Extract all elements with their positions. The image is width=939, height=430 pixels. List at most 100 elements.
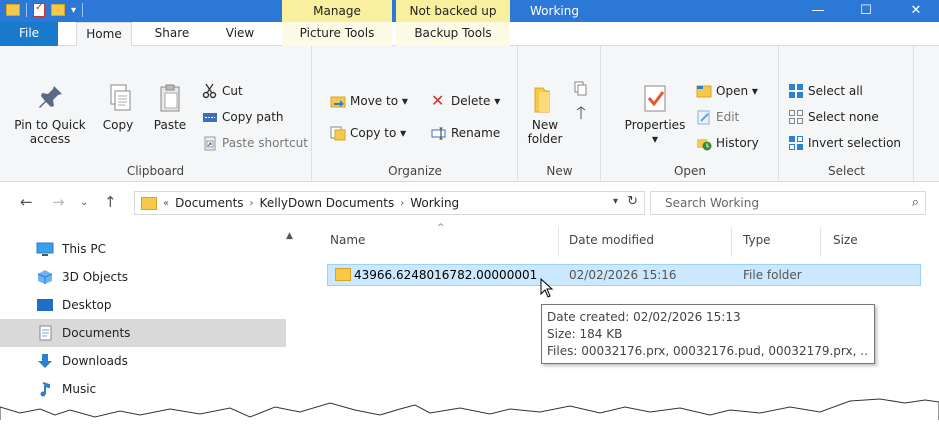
forward-arrow-icon[interactable]: → bbox=[52, 193, 65, 211]
rename-button[interactable]: Rename bbox=[431, 124, 500, 142]
window-title: Working bbox=[530, 4, 579, 18]
clipboard-group-label: Clipboard bbox=[126, 164, 185, 178]
edit-button[interactable]: Edit bbox=[696, 108, 739, 126]
rename-icon bbox=[431, 125, 447, 141]
chevron-right-icon[interactable]: › bbox=[250, 198, 254, 209]
folder-icon bbox=[141, 196, 157, 210]
properties-button[interactable]: Properties ▾ bbox=[622, 82, 688, 146]
nav-item-downloads[interactable]: Downloads bbox=[0, 347, 286, 375]
copy-path-button[interactable]: Copy path bbox=[202, 108, 284, 126]
column-header-size[interactable]: Size bbox=[833, 233, 858, 247]
chevron-right-icon[interactable]: › bbox=[400, 198, 404, 209]
breadcrumb-working[interactable]: Working bbox=[410, 196, 459, 210]
paste-button[interactable]: Paste bbox=[148, 82, 192, 132]
easy-access-button[interactable] bbox=[573, 104, 589, 122]
file-type: File folder bbox=[743, 268, 802, 282]
delete-button[interactable]: ✕ Delete ▾ bbox=[431, 92, 500, 110]
copy-to-button[interactable]: Copy to ▾ bbox=[330, 124, 406, 142]
new-folder-icon bbox=[529, 82, 561, 114]
move-to-button[interactable]: Move to ▾ bbox=[330, 92, 408, 110]
overflow-crumb[interactable]: « bbox=[163, 198, 169, 209]
column-header-type[interactable]: Type bbox=[743, 233, 771, 247]
tab-picture-tools[interactable]: Picture Tools bbox=[282, 22, 392, 46]
folder-icon bbox=[335, 268, 351, 281]
tab-backup-tools[interactable]: Backup Tools bbox=[396, 22, 510, 46]
column-divider[interactable] bbox=[820, 227, 821, 257]
scroll-up-icon[interactable]: ▲ bbox=[286, 231, 293, 241]
search-icon[interactable]: ⌕ bbox=[912, 195, 919, 210]
new-group: New folder New bbox=[519, 46, 601, 182]
nav-item-documents[interactable]: Documents bbox=[0, 319, 286, 347]
nav-item-3d-objects[interactable]: 3D Objects bbox=[0, 263, 286, 291]
scissors-icon bbox=[202, 83, 218, 99]
new-folder-label-line2: folder bbox=[527, 132, 563, 146]
3d-objects-icon bbox=[36, 269, 54, 285]
tab-file[interactable]: File bbox=[0, 22, 58, 46]
tooltip-size: Size: 184 KB bbox=[547, 327, 623, 341]
breadcrumb-kellydown-documents[interactable]: KellyDown Documents bbox=[260, 196, 395, 210]
nav-item-desktop[interactable]: Desktop bbox=[0, 291, 286, 319]
history-button[interactable]: History bbox=[696, 134, 759, 152]
folder-icon[interactable] bbox=[6, 4, 20, 16]
chevron-down-icon[interactable]: ▾ bbox=[613, 196, 618, 207]
documents-icon bbox=[36, 325, 54, 341]
back-arrow-icon[interactable]: ← bbox=[20, 193, 33, 211]
copy-label: Copy bbox=[102, 118, 134, 132]
copy-path-icon bbox=[202, 109, 218, 125]
history-label: History bbox=[716, 136, 759, 150]
tab-share[interactable]: Share bbox=[144, 22, 200, 46]
refresh-icon[interactable]: ↻ bbox=[627, 194, 638, 209]
customize-dropdown-icon[interactable]: ▾ bbox=[71, 5, 76, 16]
address-bar[interactable]: « Documents › KellyDown Documents › Work… bbox=[134, 191, 645, 215]
pin-icon bbox=[34, 82, 66, 114]
column-header-date-modified[interactable]: Date modified bbox=[569, 233, 654, 247]
new-item-button[interactable] bbox=[573, 80, 589, 98]
invert-selection-button[interactable]: Invert selection bbox=[788, 134, 901, 152]
download-arrow-icon bbox=[36, 353, 54, 369]
recent-locations-icon[interactable]: ⌄ bbox=[80, 197, 88, 208]
tab-view[interactable]: View bbox=[214, 22, 266, 46]
move-to-icon bbox=[330, 93, 346, 109]
breadcrumb-documents[interactable]: Documents bbox=[175, 196, 243, 210]
delete-label: Delete ▾ bbox=[451, 94, 501, 108]
maximize-button[interactable]: ☐ bbox=[843, 0, 889, 22]
navigation-bar: ← → ⌄ ↑ « Documents › KellyDown Document… bbox=[0, 183, 939, 223]
select-none-button[interactable]: Select none bbox=[788, 108, 879, 126]
up-arrow-icon[interactable]: ↑ bbox=[104, 193, 117, 211]
copy-icon bbox=[102, 82, 134, 114]
close-button[interactable]: ✕ bbox=[893, 0, 939, 22]
organize-group-label: Organize bbox=[388, 164, 442, 178]
paste-shortcut-button[interactable]: Paste shortcut bbox=[202, 134, 308, 152]
new-folder-icon[interactable] bbox=[51, 4, 65, 16]
title-bar: ▾ Manage Not backed up Working — ☐ ✕ bbox=[0, 0, 939, 22]
minimize-button[interactable]: — bbox=[795, 0, 841, 22]
properties-icon[interactable] bbox=[33, 2, 45, 17]
column-divider[interactable] bbox=[558, 227, 559, 257]
context-header-manage: Manage bbox=[282, 0, 392, 22]
search-box[interactable]: Search Working ⌕ bbox=[650, 191, 926, 215]
copy-path-label: Copy path bbox=[222, 110, 284, 124]
select-all-button[interactable]: Select all bbox=[788, 82, 863, 100]
pin-to-quick-access-button[interactable]: Pin to Quick access bbox=[4, 82, 96, 146]
tab-home[interactable]: Home bbox=[76, 22, 132, 47]
column-divider[interactable] bbox=[731, 227, 732, 257]
open-button[interactable]: Open ▾ bbox=[696, 82, 758, 100]
nav-label-3d-objects: 3D Objects bbox=[62, 270, 129, 284]
nav-item-this-pc[interactable]: This PC bbox=[0, 235, 286, 263]
nav-label-desktop: Desktop bbox=[62, 298, 112, 312]
column-header-name[interactable]: Name bbox=[330, 233, 365, 247]
cut-button[interactable]: Cut bbox=[202, 82, 243, 100]
easy-access-icon bbox=[573, 105, 589, 121]
move-to-label: Move to ▾ bbox=[350, 94, 408, 108]
file-date-modified: 02/02/2026 15:16 bbox=[569, 268, 677, 282]
paste-shortcut-icon bbox=[202, 135, 218, 151]
properties-dropdown-icon[interactable]: ▾ bbox=[622, 132, 688, 146]
new-group-label: New bbox=[546, 164, 573, 178]
new-folder-button[interactable]: New folder bbox=[523, 82, 567, 146]
ribbon-tabs: File Home Share View Picture Tools Backu… bbox=[0, 22, 939, 64]
new-item-icon bbox=[573, 81, 589, 97]
nav-label-this-pc: This PC bbox=[62, 242, 106, 256]
file-row[interactable]: 43966.6248016782.00000001 02/02/2026 15:… bbox=[327, 264, 921, 286]
copy-button[interactable]: Copy bbox=[100, 82, 136, 132]
nav-label-downloads: Downloads bbox=[62, 354, 128, 368]
